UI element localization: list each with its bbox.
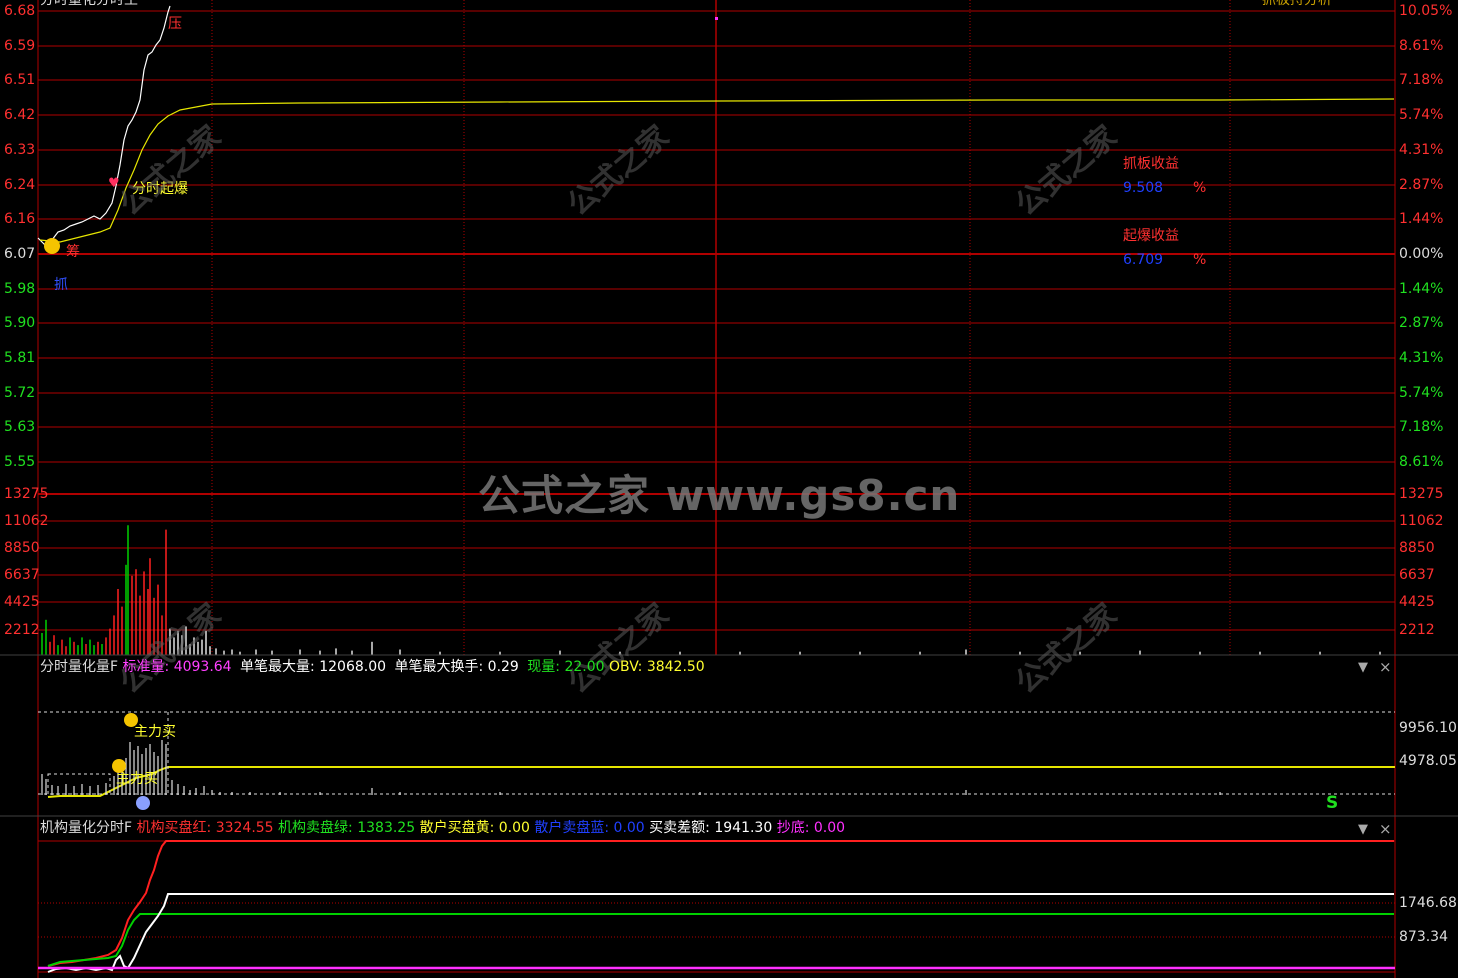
- top-title: 分时量化分时主: [40, 0, 138, 8]
- panel2-axis-low: 4978.05: [1399, 753, 1457, 769]
- std-vol-value: 4093.64: [173, 659, 232, 675]
- max-turn-value: 0.29: [487, 659, 519, 675]
- price-axis-label: 6.07: [4, 245, 36, 262]
- pct-axis-label: 8.61%: [1399, 37, 1444, 54]
- retail-buy-value: 0.00: [498, 820, 530, 836]
- volume-axis-label-right: 2212: [1399, 621, 1435, 638]
- limit-gain-title: 抓板收益: [1123, 156, 1179, 172]
- volume-axis-label-right: 11062: [1399, 513, 1444, 530]
- pressure-signal: 压: [168, 16, 182, 32]
- panel2-dropdown-button[interactable]: ▼: [1358, 660, 1368, 675]
- pct-axis-label: 1.44%: [1399, 280, 1444, 297]
- retail-sell-label: 散户卖盘蓝: [534, 820, 605, 836]
- burst-gain-pct: %: [1193, 252, 1207, 268]
- pct-axis-label: 4.31%: [1399, 350, 1444, 366]
- inst-sell-label: 机构卖盘绿: [278, 820, 349, 836]
- panel3-header: 机构量化分时F 机构买盘红: 3324.55 机构卖盘绿: 1383.25 散户…: [40, 820, 846, 836]
- pct-axis-label: 4.31%: [1399, 141, 1444, 158]
- cur-vol-label: 现量: [527, 659, 556, 675]
- pct-axis-label: 0.00%: [1399, 245, 1444, 262]
- up-arrow-icon: [124, 713, 138, 727]
- volume-axis-label: 11062: [4, 513, 49, 530]
- pct-axis-label: 2.87%: [1399, 315, 1444, 332]
- volume-axis-label: 4425: [4, 594, 40, 611]
- std-vol-label: 标准量: [122, 659, 165, 675]
- inst-buy-value: 3324.55: [215, 820, 274, 836]
- obv-value: 3842.50: [646, 659, 705, 675]
- panel2-box: [47, 773, 111, 795]
- main-buy-signal: 主力买: [134, 724, 176, 740]
- price-axis-label: 6.33: [4, 141, 36, 158]
- bottom-fish-label: 抄底: [776, 820, 805, 836]
- pct-axis-label: 7.18%: [1399, 419, 1444, 436]
- panel3-title: 机构量化分时F: [40, 820, 133, 836]
- price-axis-label: 5.81: [4, 350, 36, 366]
- pct-axis-label: 2.87%: [1399, 176, 1444, 193]
- cur-vol-value: 22.00: [564, 659, 605, 675]
- pct-axis-label: 1.44%: [1399, 211, 1444, 228]
- average-line: [39, 98, 1395, 243]
- s-signal: S: [1326, 793, 1339, 813]
- limit-gain-value: 9.508: [1123, 180, 1164, 196]
- max-turn-label: 单笔最大换手: [394, 659, 479, 675]
- diff-label: 买卖差额: [649, 820, 706, 836]
- burst-gain-title: 起爆收益: [1123, 228, 1179, 244]
- max-vol-label: 单笔最大量: [240, 659, 311, 675]
- main-buy-signal-2: 主力买: [116, 771, 158, 787]
- price-axis-label: 6.16: [4, 211, 36, 228]
- bottom-fish-value: 0.00: [813, 820, 846, 836]
- volume-axis-label: 6637: [4, 567, 40, 584]
- price-axis-label: 5.90: [4, 315, 36, 332]
- panel3-dropdown-button[interactable]: ▼: [1358, 822, 1368, 837]
- volume-axis-label-right: 6637: [1399, 567, 1435, 584]
- panel2-header: 分时量化量F 标准量: 4093.64 单笔最大量: 12068.00 单笔最大…: [40, 659, 705, 675]
- retail-buy-label: 散户买盘黄: [419, 820, 490, 836]
- volume-axis-label: 13275: [4, 486, 49, 502]
- smiley-icon: [44, 238, 60, 254]
- max-vol-value: 12068.00: [319, 659, 387, 675]
- panel2-axis-high: 9956.10: [1399, 720, 1457, 736]
- inst-sell-value: 1383.25: [357, 820, 416, 836]
- diff-value: 1941.30: [714, 820, 773, 836]
- volume-axis-label-right: 13275: [1399, 486, 1444, 502]
- grab-signal: 抓: [54, 277, 68, 293]
- price-axis-label: 5.55: [4, 454, 36, 471]
- panel3-axis-low: 873.34: [1399, 929, 1448, 945]
- price-axis-label: 6.68: [4, 3, 36, 19]
- panel2-close-button[interactable]: ×: [1379, 658, 1392, 676]
- price-axis-label: 5.63: [4, 419, 36, 436]
- diff-line: [47, 893, 1394, 973]
- burst-gain-value: 6.709: [1123, 252, 1164, 268]
- chip-signal: 筹: [66, 244, 80, 260]
- panel2-title: 分时量化量F: [40, 659, 119, 675]
- pct-axis-label: 8.61%: [1399, 454, 1444, 471]
- pct-axis-label: 10.05%: [1399, 3, 1453, 19]
- limit-gain-pct: %: [1193, 180, 1207, 196]
- top-right-link[interactable]: 抓板持分析: [1262, 0, 1332, 8]
- panel3-axis-high: 1746.68: [1399, 895, 1457, 911]
- inst-buy-label: 机构买盘红: [136, 820, 207, 836]
- obv-label: OBV: [609, 659, 638, 675]
- volume-axis-label-right: 4425: [1399, 594, 1435, 611]
- inst-buy-line: [47, 840, 1394, 967]
- price-axis-label: 6.51: [4, 72, 36, 89]
- price-axis-label: 6.59: [4, 37, 36, 54]
- pct-axis-label: 5.74%: [1399, 107, 1444, 124]
- volume-axis-label-right: 8850: [1399, 540, 1435, 557]
- price-axis-label: 5.98: [4, 280, 36, 297]
- inst-sell-line: [47, 913, 1394, 967]
- pct-axis-label: 5.74%: [1399, 384, 1444, 401]
- price-axis-label: 6.42: [4, 107, 36, 124]
- volume-axis-label: 8850: [4, 540, 40, 557]
- panel3-close-button[interactable]: ×: [1379, 820, 1392, 838]
- sad-face-icon: [136, 796, 150, 810]
- price-axis-label: 5.72: [4, 384, 36, 401]
- pct-axis-label: 7.18%: [1399, 72, 1444, 89]
- volume-axis-label: 2212: [4, 621, 40, 638]
- noon-marker: [715, 17, 718, 20]
- watermark-main: 公式之家 www.gs8.cn: [478, 471, 961, 520]
- price-axis-label: 6.24: [4, 176, 36, 193]
- retail-sell-value: 0.00: [613, 820, 645, 836]
- up-arrow-icon: [112, 759, 126, 773]
